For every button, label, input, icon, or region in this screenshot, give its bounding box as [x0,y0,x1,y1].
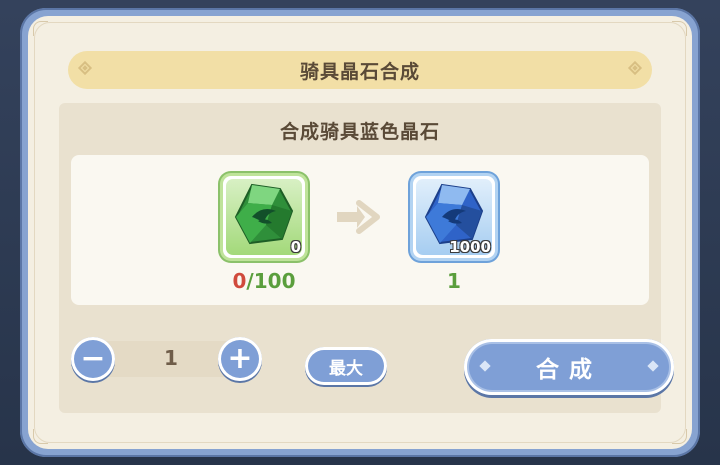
diamond-ornament-icon [627,60,643,76]
corner-ornament [33,21,48,36]
dialog-panel: 骑具晶石合成 合成骑具蓝色晶石 0 1000 0/100 1 − 1 + 最大 … [28,16,692,449]
owned-count: 0 [232,269,247,293]
corner-ornament [33,429,48,444]
decrease-button[interactable]: − [71,337,115,381]
synthesize-button[interactable]: 合成 [464,339,674,395]
content-area: 合成骑具蓝色晶石 0 1000 0/100 1 − 1 + 最大 合成 [59,103,674,413]
green-crystal-icon [234,183,294,245]
required-quantity: 0/100 [220,269,308,293]
output-item-slot[interactable]: 1000 [410,173,498,261]
increase-button[interactable]: + [218,337,262,381]
item-count-badge: 1000 [449,238,491,256]
arrow-right-icon [337,200,380,234]
required-count: 100 [253,269,296,293]
diamond-ornament-icon [77,60,93,76]
section-title: 合成骑具蓝色晶石 [279,121,440,143]
corner-ornament [672,429,687,444]
quantity-value: 1 [164,346,178,370]
diamond-ornament-icon [647,360,659,372]
corner-ornament [672,21,687,36]
output-quantity: 1 [447,269,461,293]
max-button[interactable]: 最大 [305,347,387,385]
item-count-badge: 0 [290,238,301,256]
quantity-separator: / [246,269,254,293]
synthesize-label: 合成 [536,357,602,383]
synthesis-dialog: 骑具晶石合成 合成骑具蓝色晶石 0 1000 0/100 1 − 1 + 最大 … [20,8,700,457]
quantity-stepper: − 1 + [71,337,271,381]
dialog-title-bar: 骑具晶石合成 [68,51,652,89]
dialog-title: 骑具晶石合成 [299,60,420,83]
input-item-slot[interactable]: 0 [220,173,308,261]
diamond-ornament-icon [479,360,491,372]
recipe-card: 0 1000 0/100 1 [71,155,649,305]
